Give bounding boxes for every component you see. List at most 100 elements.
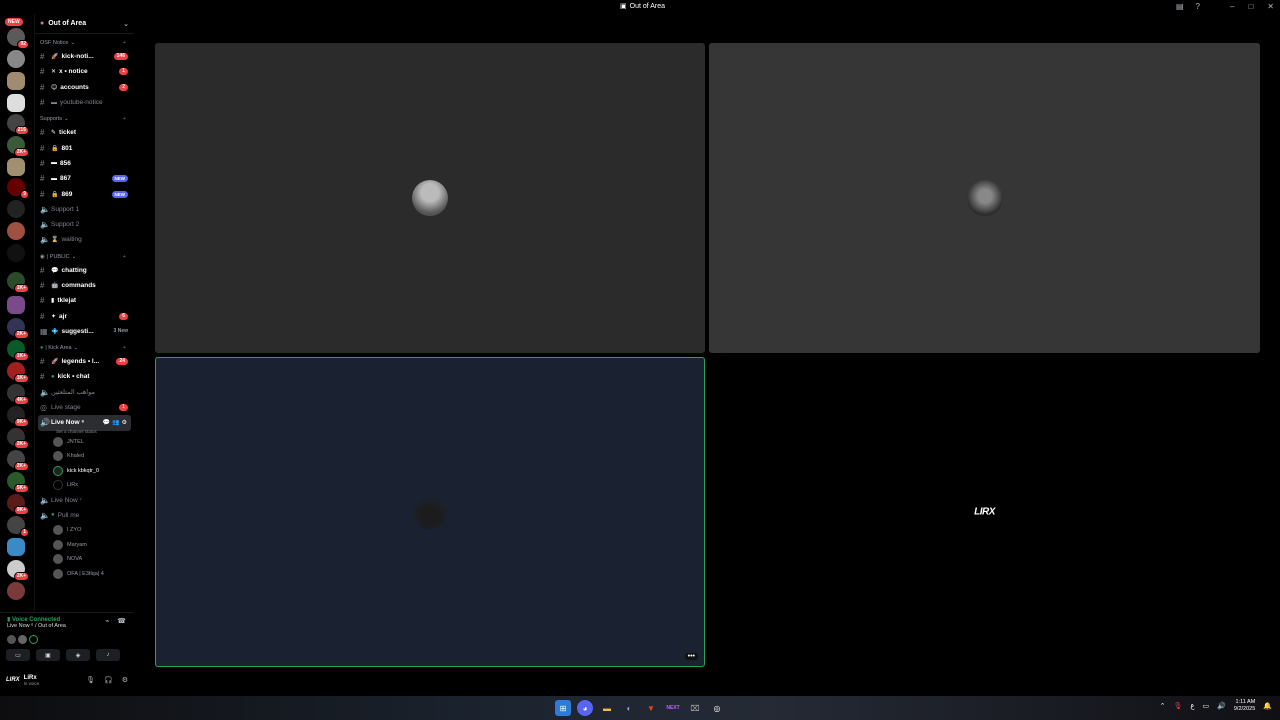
gear-icon[interactable]: ⚙	[122, 419, 127, 426]
server-icon[interactable]	[7, 296, 25, 314]
channel-pull-me[interactable]: 🔈 ● Pull me	[35, 508, 134, 523]
server-icon[interactable]: 2K+	[7, 428, 29, 449]
channel-801[interactable]: # 🔒 801	[35, 140, 134, 155]
avatar[interactable]: LIRX	[6, 677, 20, 683]
server-icon[interactable]: 1K+	[7, 272, 29, 293]
channel-live-stage[interactable]: ◎ Live stage 1	[35, 400, 134, 415]
category-supports[interactable]: Supports ⌄ +	[35, 113, 134, 125]
server-icon[interactable]: 1K+	[7, 362, 29, 383]
channel-support-2[interactable]: 🔈 Support 2	[35, 217, 134, 232]
voice-user[interactable]: Maryam	[35, 538, 134, 553]
server-icon[interactable]: 5K+	[7, 472, 29, 493]
server-icon[interactable]: 2K+	[7, 450, 29, 471]
channel-commands[interactable]: # 🤖 commands	[35, 278, 134, 293]
screen-share-button[interactable]: ▣	[36, 649, 60, 661]
chrome-icon[interactable]: ◎	[709, 700, 725, 716]
channel-kick-notice[interactable]: # 🚀 kick-noti... 146	[35, 49, 134, 64]
app-icon[interactable]: ⌧	[687, 700, 703, 716]
volume-icon[interactable]: 🔊	[1217, 702, 1226, 710]
server-icon[interactable]: 9K+	[7, 406, 29, 427]
channel-chatting[interactable]: # 💬 chatting	[35, 263, 134, 278]
channel-live-now-2[interactable]: 🔈 Live Now ⁷	[35, 493, 134, 508]
add-channel-icon[interactable]: +	[123, 40, 126, 46]
noise-suppression-icon[interactable]: ⌁	[105, 617, 109, 625]
app-icon[interactable]: NEXT	[665, 700, 681, 716]
add-channel-icon[interactable]: +	[123, 254, 126, 260]
server-icon[interactable]	[7, 200, 25, 218]
voice-user[interactable]: LiRx	[35, 478, 134, 493]
server-icon[interactable]: 9	[7, 178, 29, 199]
channel-waiting[interactable]: 🔈 ⌛ waiting	[35, 232, 134, 247]
server-icon[interactable]: 1	[7, 516, 29, 537]
channel-arabic[interactable]: 🔈 مواهب المتلعثين	[35, 385, 134, 400]
gear-icon[interactable]: ⚙	[122, 676, 128, 684]
channel-accounts[interactable]: # 😊 accounts 2	[35, 80, 134, 95]
channel-x-notice[interactable]: # ✕ x • notice 1	[35, 64, 134, 79]
server-icon[interactable]	[7, 94, 25, 112]
invite-icon[interactable]: 👥	[112, 419, 119, 426]
soundboard-button[interactable]: ♪	[96, 649, 120, 661]
microphone-icon[interactable]: 🎙	[86, 676, 95, 684]
server-icon[interactable]	[7, 158, 25, 176]
participant-tile-speaking[interactable]: •••	[155, 357, 705, 667]
server-icon[interactable]	[7, 244, 25, 262]
server-icon[interactable]: 2K+	[7, 136, 29, 157]
discord-icon[interactable]: ◕	[577, 700, 593, 716]
folder-icon[interactable]: ▬	[599, 700, 615, 716]
server-icon[interactable]	[7, 50, 25, 68]
server-icon[interactable]: 9K+	[7, 494, 29, 515]
clock[interactable]: 1:11 AM 9/2/2025	[1234, 699, 1255, 713]
channel-867[interactable]: # ▬ 867 NEW	[35, 171, 134, 186]
server-icon[interactable]: 2K+	[7, 318, 29, 339]
notification-bell-icon[interactable]: 🔔	[1263, 702, 1272, 710]
channel-ajr[interactable]: # ✦ ajr 6	[35, 308, 134, 323]
participant-tile[interactable]	[155, 43, 705, 353]
channel-support-1[interactable]: 🔈 Support 1	[35, 202, 134, 217]
channel-tklejat[interactable]: # ▮ tklejat	[35, 293, 134, 308]
activity-button[interactable]: ◈	[66, 649, 90, 661]
channel-ticket[interactable]: # ✎ ticket	[35, 125, 134, 140]
server-icon[interactable]: 92	[7, 28, 29, 49]
guild-header[interactable]: ● Out of Area ⌄	[35, 14, 134, 34]
user-info[interactable]: LiRx In voice	[24, 675, 40, 686]
voice-user[interactable]: NOVA	[35, 552, 134, 567]
chat-icon[interactable]: 💬	[103, 419, 110, 426]
disconnect-icon[interactable]: ☎	[117, 617, 126, 625]
server-icon[interactable]: 1K+	[7, 340, 29, 361]
voice-user[interactable]: JNTEL	[35, 435, 134, 450]
brave-icon[interactable]: ▼	[643, 700, 659, 716]
channel-856[interactable]: # ▬ 856	[35, 156, 134, 171]
category-kick-area[interactable]: ● | Kick Area ⌄ +	[35, 342, 134, 354]
close-icon[interactable]: ✕	[1267, 2, 1274, 11]
help-icon[interactable]: ?	[1196, 2, 1200, 11]
maximize-icon[interactable]: □	[1248, 2, 1253, 11]
voice-user[interactable]: Khaled	[35, 449, 134, 464]
network-icon[interactable]: ▭	[1203, 702, 1210, 710]
add-channel-icon[interactable]: +	[123, 116, 126, 122]
channel-youtube-notice[interactable]: # ▬ youtube-notice	[35, 95, 134, 110]
minimize-icon[interactable]: –	[1230, 2, 1234, 11]
language-indicator[interactable]: ع	[1190, 702, 1194, 710]
server-icon[interactable]: 4K+	[7, 384, 29, 405]
headphones-icon[interactable]: 🎧	[104, 676, 113, 684]
voice-user[interactable]: OFA | E3tlqa| 4	[35, 567, 134, 582]
inbox-icon[interactable]: ▤	[1176, 2, 1184, 11]
channel-suggestions[interactable]: ▦ 💠 suggesti... 3 New	[35, 324, 134, 339]
channel-legends[interactable]: # 🚀 legends • l... 24	[35, 354, 134, 369]
server-icon[interactable]: 2K+	[7, 560, 29, 581]
server-icon[interactable]	[7, 72, 25, 90]
channel-kick-chat[interactable]: # ● kick • chat	[35, 369, 134, 384]
category-notice[interactable]: OSF Notice ⌄ +	[35, 37, 134, 49]
microphone-icon[interactable]: 🎙	[1173, 702, 1182, 710]
voice-user[interactable]: I ZYO	[35, 523, 134, 538]
server-icon[interactable]	[7, 222, 25, 240]
chevron-up-icon[interactable]: ⌃	[1160, 702, 1166, 710]
participant-tile[interactable]: LIRX	[709, 357, 1260, 667]
steam-icon[interactable]: ◐	[621, 700, 637, 716]
start-icon[interactable]: ⊞	[555, 700, 571, 716]
category-public[interactable]: ◉ | PUBLIC ⌄ +	[35, 251, 134, 263]
add-channel-icon[interactable]: +	[123, 345, 126, 351]
voice-user[interactable]: kick kbkqtr_0	[35, 464, 134, 479]
more-options-button[interactable]: •••	[684, 653, 698, 660]
channel-869[interactable]: # 🔒 869 NEW	[35, 186, 134, 201]
